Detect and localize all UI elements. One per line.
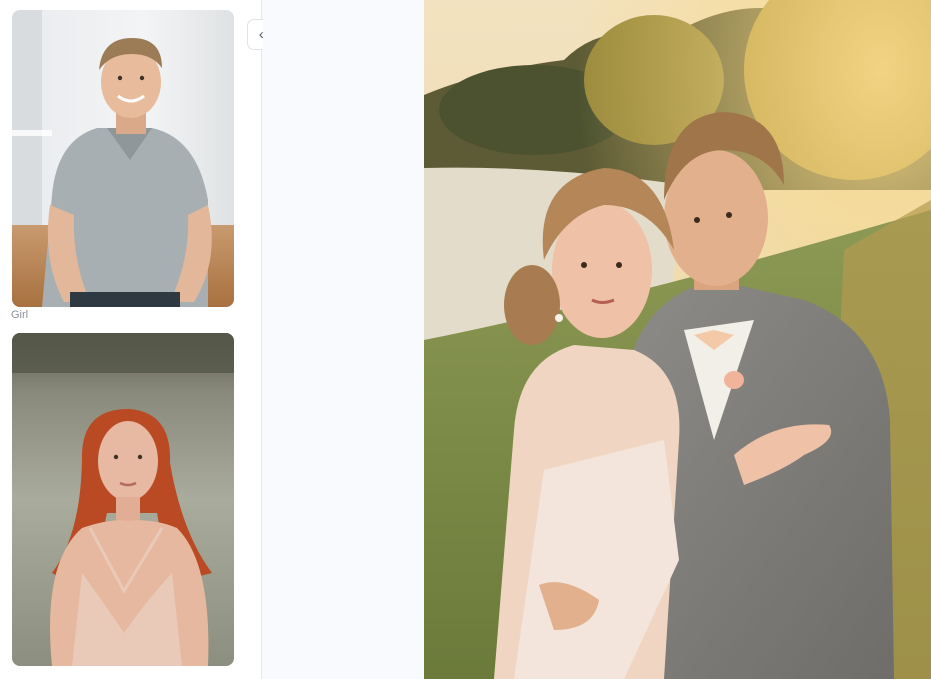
app: Girl xyxy=(0,0,931,679)
generated-result-image[interactable] xyxy=(424,0,931,679)
girl-reference-label: Girl xyxy=(11,309,29,321)
empty-panel xyxy=(263,0,424,679)
man-reference-image[interactable] xyxy=(12,10,234,307)
reference-sidebar: Girl xyxy=(0,0,262,679)
girl-reference-image[interactable] xyxy=(12,333,234,666)
